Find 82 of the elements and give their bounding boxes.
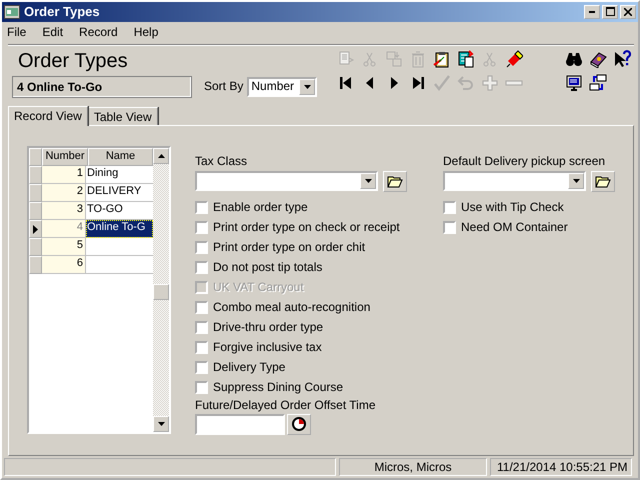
clock-button[interactable] (287, 414, 311, 435)
column-header: Number (42, 148, 88, 166)
checkbox-label: Combo meal auto-recognition (213, 300, 370, 315)
browse-button[interactable] (383, 170, 407, 192)
checkbox-label: Do not post tip totals (213, 260, 322, 275)
tab[interactable]: Table View (88, 107, 158, 126)
status-datetime: 11/21/2014 10:55:21 PM (490, 458, 632, 476)
checkbox-label: Print order type on order chit (213, 240, 366, 255)
checkbox[interactable] (443, 201, 456, 214)
checkbox-label: Drive-thru order type (213, 320, 324, 335)
scroll-thumb[interactable] (153, 284, 169, 300)
delivery-screen-select[interactable] (443, 170, 586, 190)
table-cell: 5 (42, 238, 86, 256)
field-label: Future/Delayed Order Offset Time (195, 398, 377, 412)
browse-button[interactable] (591, 170, 615, 192)
checkbox[interactable] (195, 321, 208, 334)
tax-class-select[interactable] (195, 170, 378, 190)
field-label: Default Delivery pickup screen (443, 154, 606, 168)
checkbox-label: Need OM Container (461, 220, 568, 235)
caret-icon (158, 154, 164, 158)
sort-select[interactable]: Number (247, 76, 318, 97)
clipboard-icon[interactable] (433, 50, 451, 68)
row-pointer-icon (33, 224, 38, 234)
table-cell: 6 (42, 256, 86, 274)
close-button[interactable] (620, 4, 636, 19)
checkbox[interactable] (195, 201, 208, 214)
scroll-up-button[interactable] (153, 148, 169, 164)
checkbox-label: UK VAT Carryout (213, 280, 304, 295)
checkbox-label: Use with Tip Check (461, 200, 564, 215)
menu-item[interactable]: File (6, 24, 28, 39)
column-header: Name (88, 148, 153, 166)
caret-icon (304, 84, 311, 89)
checkbox[interactable] (195, 301, 208, 314)
checkbox-label: Delivery Type (213, 360, 286, 375)
book-icon[interactable] (589, 50, 607, 68)
close-icon (624, 8, 632, 16)
folder-icon (387, 174, 403, 188)
field-label: Tax Class (195, 154, 248, 168)
page-title: Order Types (18, 48, 129, 73)
clock-icon (292, 417, 306, 432)
table-cell: Online To-G (86, 220, 153, 238)
help-icon[interactable] (613, 50, 631, 68)
window-title: Order Types (24, 4, 100, 20)
document-icon[interactable] (457, 50, 475, 68)
checkbox[interactable] (443, 221, 456, 234)
status-user: Micros, Micros (339, 458, 487, 476)
caret-icon (364, 178, 372, 182)
tab[interactable]: Record View (8, 106, 88, 126)
maximize-button[interactable] (602, 4, 618, 19)
table-cell: 2 (42, 184, 86, 202)
menu-item[interactable]: Record (78, 24, 119, 39)
caret-icon (572, 178, 580, 182)
scrollbar[interactable] (153, 148, 169, 432)
menu-item[interactable]: Edit (41, 24, 64, 39)
time-field[interactable] (195, 414, 285, 435)
maximize-icon (606, 7, 614, 16)
app-icon (4, 4, 20, 19)
scroll-down-button[interactable] (153, 416, 169, 432)
checkbox[interactable] (195, 221, 208, 234)
caret-icon (158, 422, 164, 426)
record-display: 4 Online To-Go (12, 76, 192, 98)
checkbox[interactable] (195, 261, 208, 274)
table-cell: 4 (42, 220, 86, 238)
checkbox[interactable] (195, 241, 208, 254)
minimize-button[interactable] (584, 4, 600, 19)
eraser-icon[interactable] (505, 50, 523, 68)
table-cell: 1 (42, 166, 86, 184)
sort-label: Sort By (204, 79, 244, 94)
folder-icon (595, 174, 611, 188)
checkbox-label: Print order type on check or receipt (213, 220, 400, 235)
row-header[interactable] (29, 220, 42, 238)
menu-item[interactable]: Help (132, 24, 160, 39)
checkbox[interactable] (195, 341, 208, 354)
monitor-icon[interactable] (565, 74, 583, 92)
table-cell: 3 (42, 202, 86, 220)
minimize-icon (589, 10, 595, 13)
checkbox-label: Forgive inclusive tax (213, 340, 322, 355)
checkbox[interactable] (195, 361, 208, 374)
checkbox[interactable] (195, 381, 208, 394)
checkbox-label: Enable order type (213, 200, 308, 215)
checkbox-label: Suppress Dining Course (213, 380, 344, 395)
sync-icon[interactable] (589, 74, 607, 92)
